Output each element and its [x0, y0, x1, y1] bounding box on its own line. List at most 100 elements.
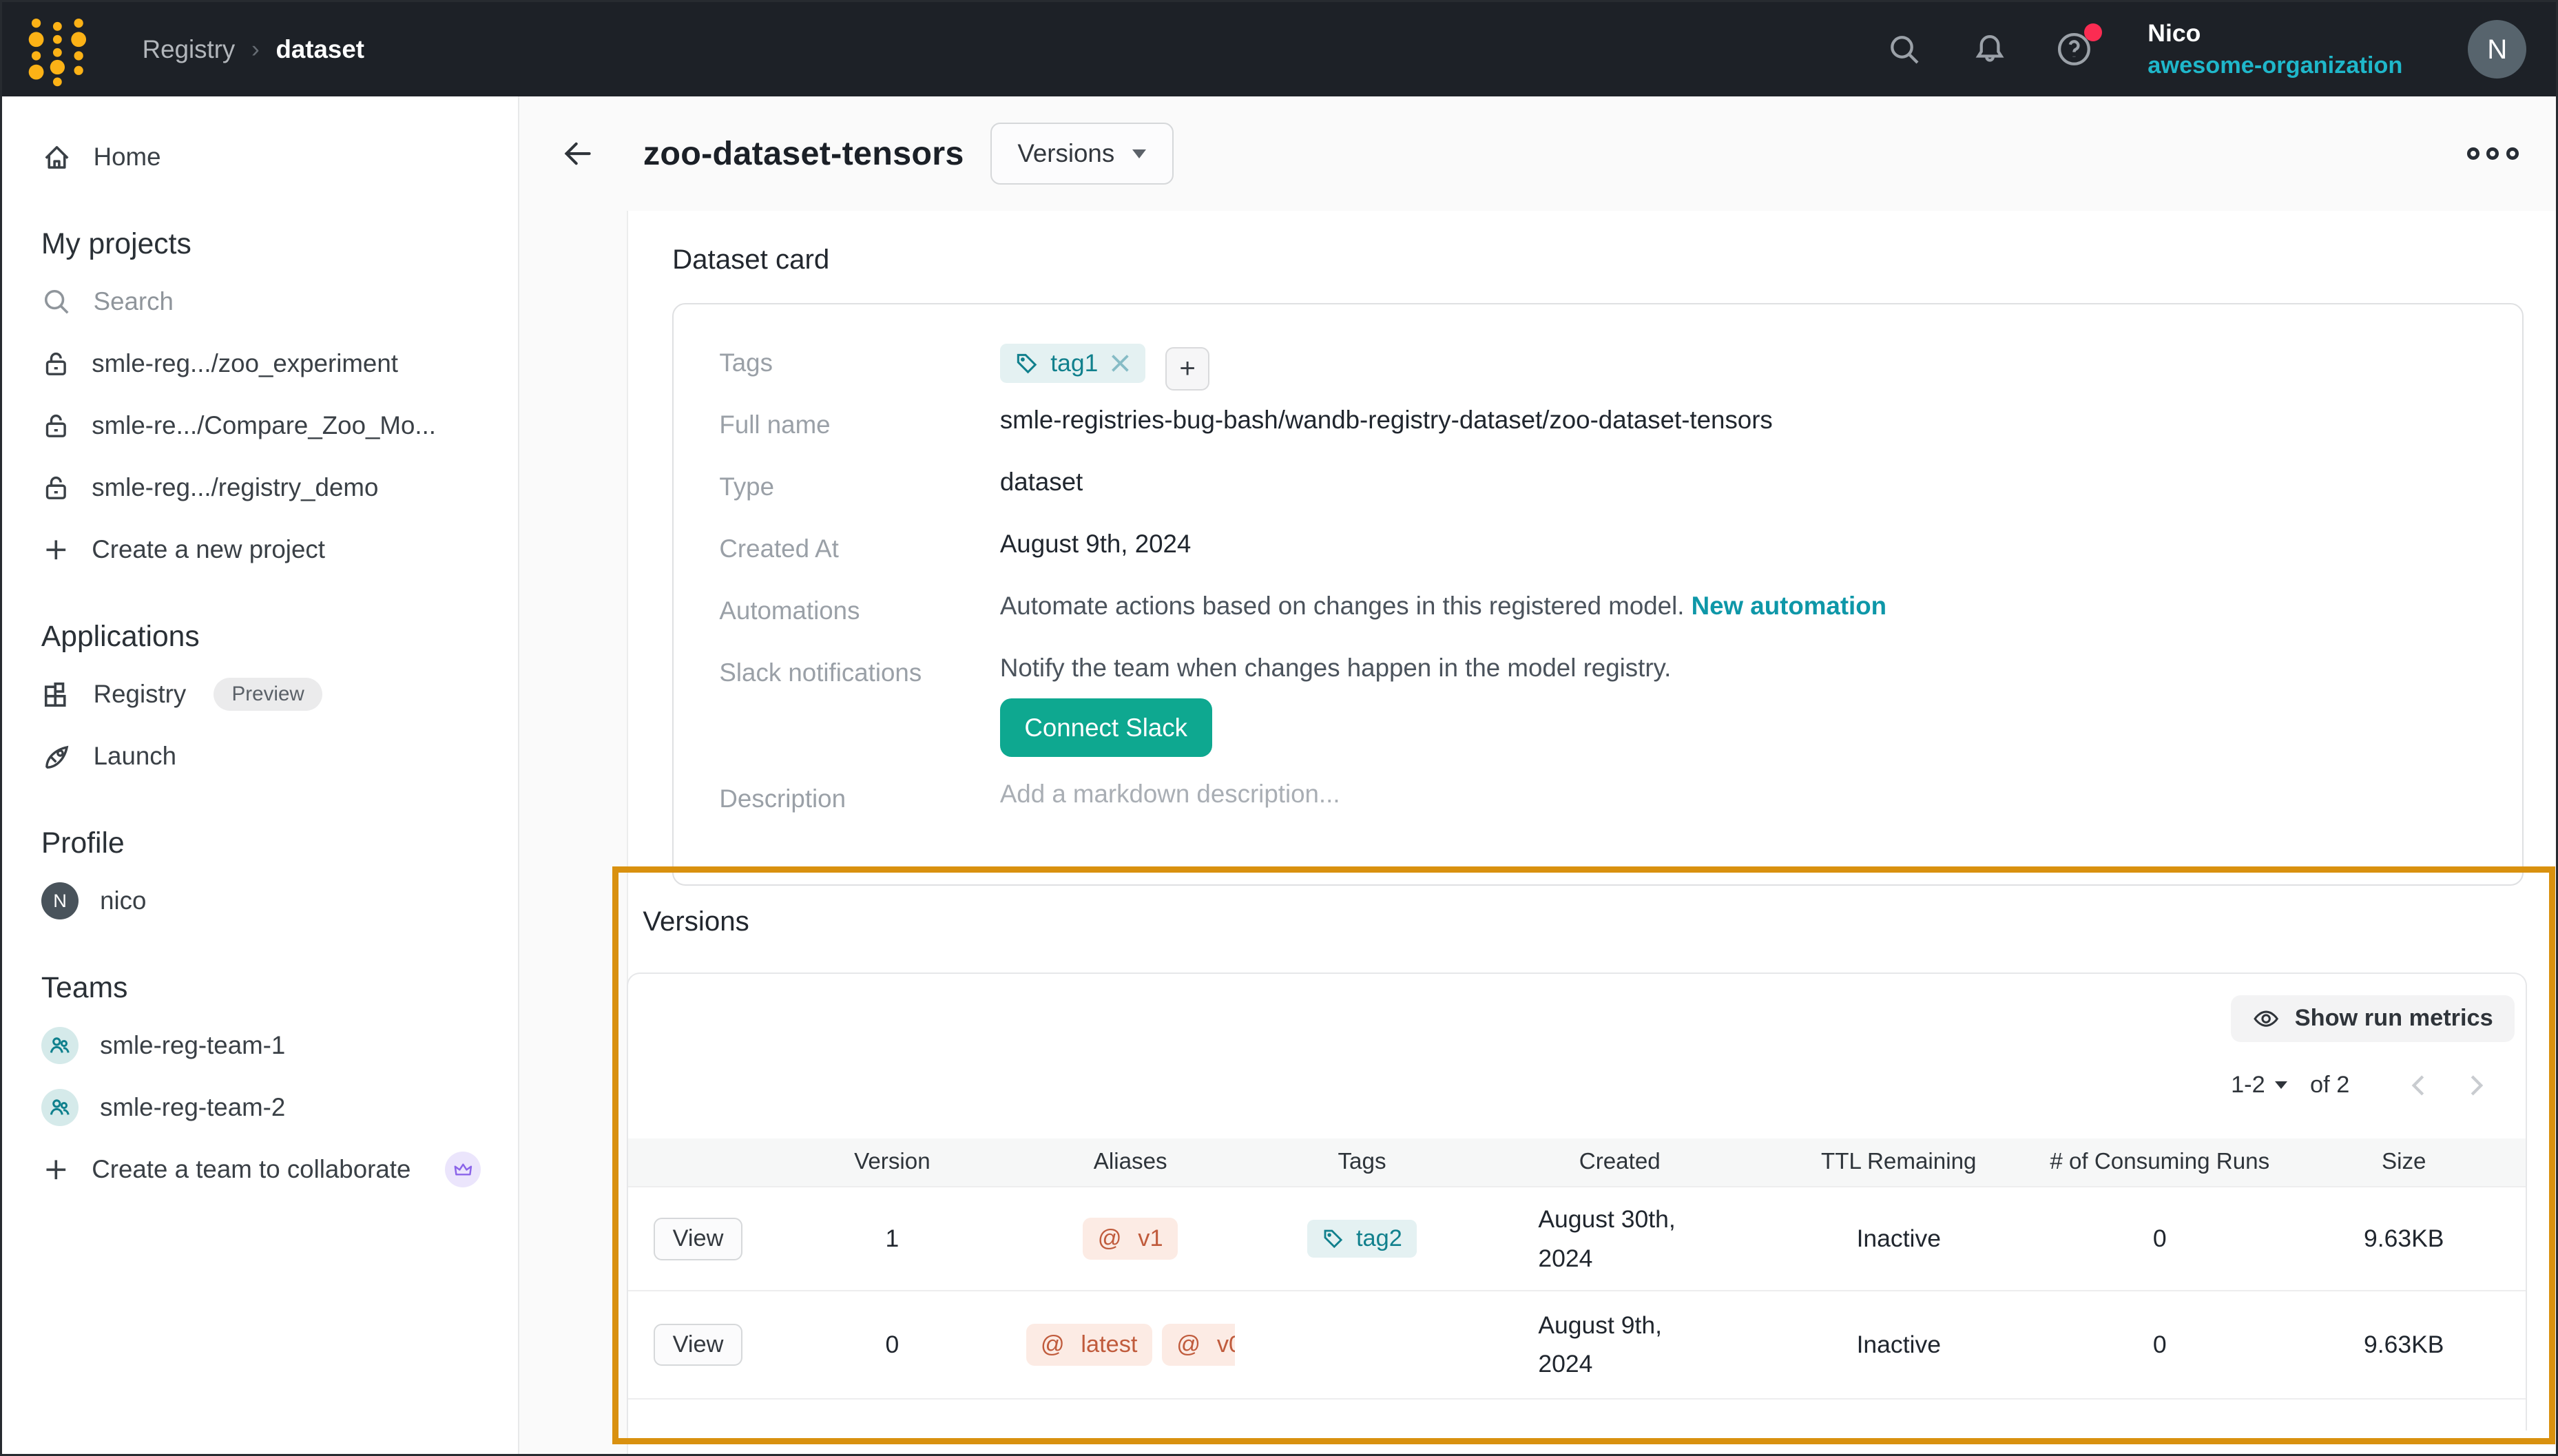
- alias-pill[interactable]: @v1: [1083, 1218, 1177, 1259]
- applications-heading: Applications: [41, 620, 501, 654]
- project-label: smle-reg.../registry_demo: [92, 473, 378, 502]
- plus-icon: [41, 1155, 71, 1185]
- alias-at-prefix: @: [1041, 1331, 1065, 1358]
- tag-label: tag1: [1050, 349, 1098, 377]
- create-new-project-button[interactable]: Create a new project: [41, 519, 501, 581]
- main-area: zoo-dataset-tensors Versions Dataset car…: [519, 96, 2556, 1453]
- team-people-icon: [48, 1033, 72, 1058]
- new-automation-link[interactable]: New automation: [1692, 592, 1886, 620]
- tags-label: Tags: [719, 344, 999, 377]
- tags-row: Tags tag1: [719, 344, 2482, 406]
- overflow-menu-icon[interactable]: [2457, 138, 2528, 169]
- automations-label: Automations: [719, 592, 999, 625]
- show-run-metrics-label: Show run metrics: [2295, 1005, 2493, 1032]
- type-row: Type dataset: [719, 468, 2482, 530]
- team-avatar: [41, 1027, 79, 1064]
- show-run-metrics-button[interactable]: Show run metrics: [2231, 995, 2514, 1043]
- table-row: View 0 @latest @v0 August 9th, 2024 Inac…: [628, 1290, 2526, 1397]
- version-cell: 1: [768, 1225, 1016, 1253]
- back-arrow-icon[interactable]: [555, 131, 601, 176]
- create-team-label: Create a team to collaborate: [92, 1155, 410, 1184]
- avatar[interactable]: N: [2468, 20, 2526, 79]
- next-page-icon[interactable]: [2447, 1072, 2503, 1099]
- wandb-registry-page: Registry › dataset: [0, 0, 2558, 1456]
- sidebar-item-home[interactable]: Home: [41, 126, 501, 188]
- col-aliases: Aliases: [1016, 1149, 1245, 1175]
- sidebar-project-compare-zoo[interactable]: smle-re.../Compare_Zoo_Mo...: [41, 395, 501, 457]
- breadcrumb-registry[interactable]: Registry: [143, 35, 236, 64]
- view-button[interactable]: View: [654, 1218, 743, 1260]
- tag-pill[interactable]: tag2: [1307, 1220, 1417, 1258]
- project-search-input[interactable]: Search: [41, 271, 501, 333]
- notifications-bell-icon[interactable]: [1968, 28, 2011, 71]
- slack-label: Slack notifications: [719, 654, 999, 687]
- top-nav: Registry › dataset: [2, 2, 2556, 96]
- lock-icon: [41, 473, 71, 503]
- breadcrumb-separator: ›: [251, 35, 260, 63]
- remove-tag-icon[interactable]: [1110, 353, 1131, 374]
- connect-slack-button[interactable]: Connect Slack: [1000, 698, 1212, 757]
- sidebar-profile-nico[interactable]: N nico: [41, 870, 501, 932]
- page-range-dropdown[interactable]: 1-2: [2231, 1072, 2287, 1099]
- slack-row: Slack notifications Notify the team when…: [719, 654, 2482, 757]
- create-team-button[interactable]: Create a team to collaborate: [41, 1138, 501, 1200]
- team-people-icon: [48, 1095, 72, 1120]
- created-cell: August 30th, 2024: [1538, 1200, 1701, 1278]
- tag-icon: [1015, 351, 1039, 376]
- created-at-row: Created At August 9th, 2024: [719, 530, 2482, 592]
- tag-icon: [1322, 1227, 1344, 1250]
- sidebar-item-label: Home: [94, 143, 161, 171]
- dataset-card: Tags tag1: [672, 303, 2524, 886]
- user-menu[interactable]: Nico awesome-organization: [2148, 17, 2402, 82]
- teams-heading: Teams: [41, 971, 501, 1005]
- view-button[interactable]: View: [654, 1324, 743, 1366]
- upgrade-crown-icon: [445, 1152, 481, 1187]
- user-organization-link[interactable]: awesome-organization: [2148, 50, 2402, 81]
- versions-table: Version Aliases Tags Created TTL Remaini…: [628, 1138, 2526, 1431]
- created-at-label: Created At: [719, 530, 999, 563]
- project-label: smle-reg.../zoo_experiment: [92, 349, 398, 378]
- versions-panel: Show run metrics 1-2 of 2: [627, 973, 2527, 1431]
- sidebar-item-registry[interactable]: Registry Preview: [41, 663, 501, 725]
- version-cell: 0: [768, 1331, 1016, 1359]
- lock-icon: [41, 349, 71, 379]
- sidebar-team-2[interactable]: smle-reg-team-2: [41, 1077, 501, 1138]
- breadcrumb-dataset: dataset: [275, 35, 364, 64]
- my-projects-heading: My projects: [41, 227, 501, 261]
- sidebar-project-registry-demo[interactable]: smle-reg.../registry_demo: [41, 457, 501, 519]
- wandb-logo-icon[interactable]: [25, 12, 90, 87]
- description-row: Description Add a markdown description..…: [719, 780, 2482, 842]
- sidebar-team-1[interactable]: smle-reg-team-1: [41, 1015, 501, 1077]
- sidebar-project-zoo-experiment[interactable]: smle-reg.../zoo_experiment: [41, 333, 501, 395]
- versions-dropdown-label: Versions: [1017, 139, 1114, 168]
- eye-icon: [2252, 1005, 2280, 1032]
- prev-page-icon[interactable]: [2392, 1072, 2448, 1099]
- full-name-row: Full name smle-registries-bug-bash/wandb…: [719, 406, 2482, 468]
- search-icon[interactable]: [1884, 28, 1926, 71]
- col-tags: Tags: [1245, 1149, 1479, 1175]
- alias-pill[interactable]: @latest: [1026, 1324, 1152, 1365]
- add-tag-button[interactable]: +: [1165, 347, 1209, 391]
- versions-dropdown[interactable]: Versions: [990, 123, 1174, 185]
- type-label: Type: [719, 468, 999, 501]
- full-name-value: smle-registries-bug-bash/wandb-registry-…: [1000, 406, 1773, 435]
- page-title: zoo-dataset-tensors: [643, 134, 964, 173]
- alias-label: v1: [1138, 1225, 1163, 1252]
- alias-pill[interactable]: @v0: [1162, 1324, 1235, 1365]
- help-icon[interactable]: [2053, 28, 2096, 71]
- sidebar: Home My projects Search smle-reg.../zoo_…: [2, 96, 519, 1453]
- description-placeholder[interactable]: Add a markdown description...: [1000, 780, 1340, 809]
- tag-pill[interactable]: tag1: [1000, 344, 1145, 384]
- registry-grid-icon: [41, 679, 72, 710]
- ttl-cell: Inactive: [1760, 1331, 2037, 1359]
- ttl-cell: Inactive: [1760, 1225, 2037, 1253]
- slack-text: Notify the team when changes happen in t…: [1000, 654, 1672, 682]
- rocket-icon: [41, 741, 72, 772]
- col-size: Size: [2282, 1149, 2526, 1175]
- profile-heading: Profile: [41, 826, 501, 860]
- created-at-value: August 9th, 2024: [1000, 530, 1192, 559]
- dataset-card-heading: Dataset card: [672, 244, 2524, 275]
- consuming-runs-cell: 0: [2037, 1225, 2282, 1253]
- plus-icon: [41, 535, 71, 565]
- sidebar-item-launch[interactable]: Launch: [41, 725, 501, 787]
